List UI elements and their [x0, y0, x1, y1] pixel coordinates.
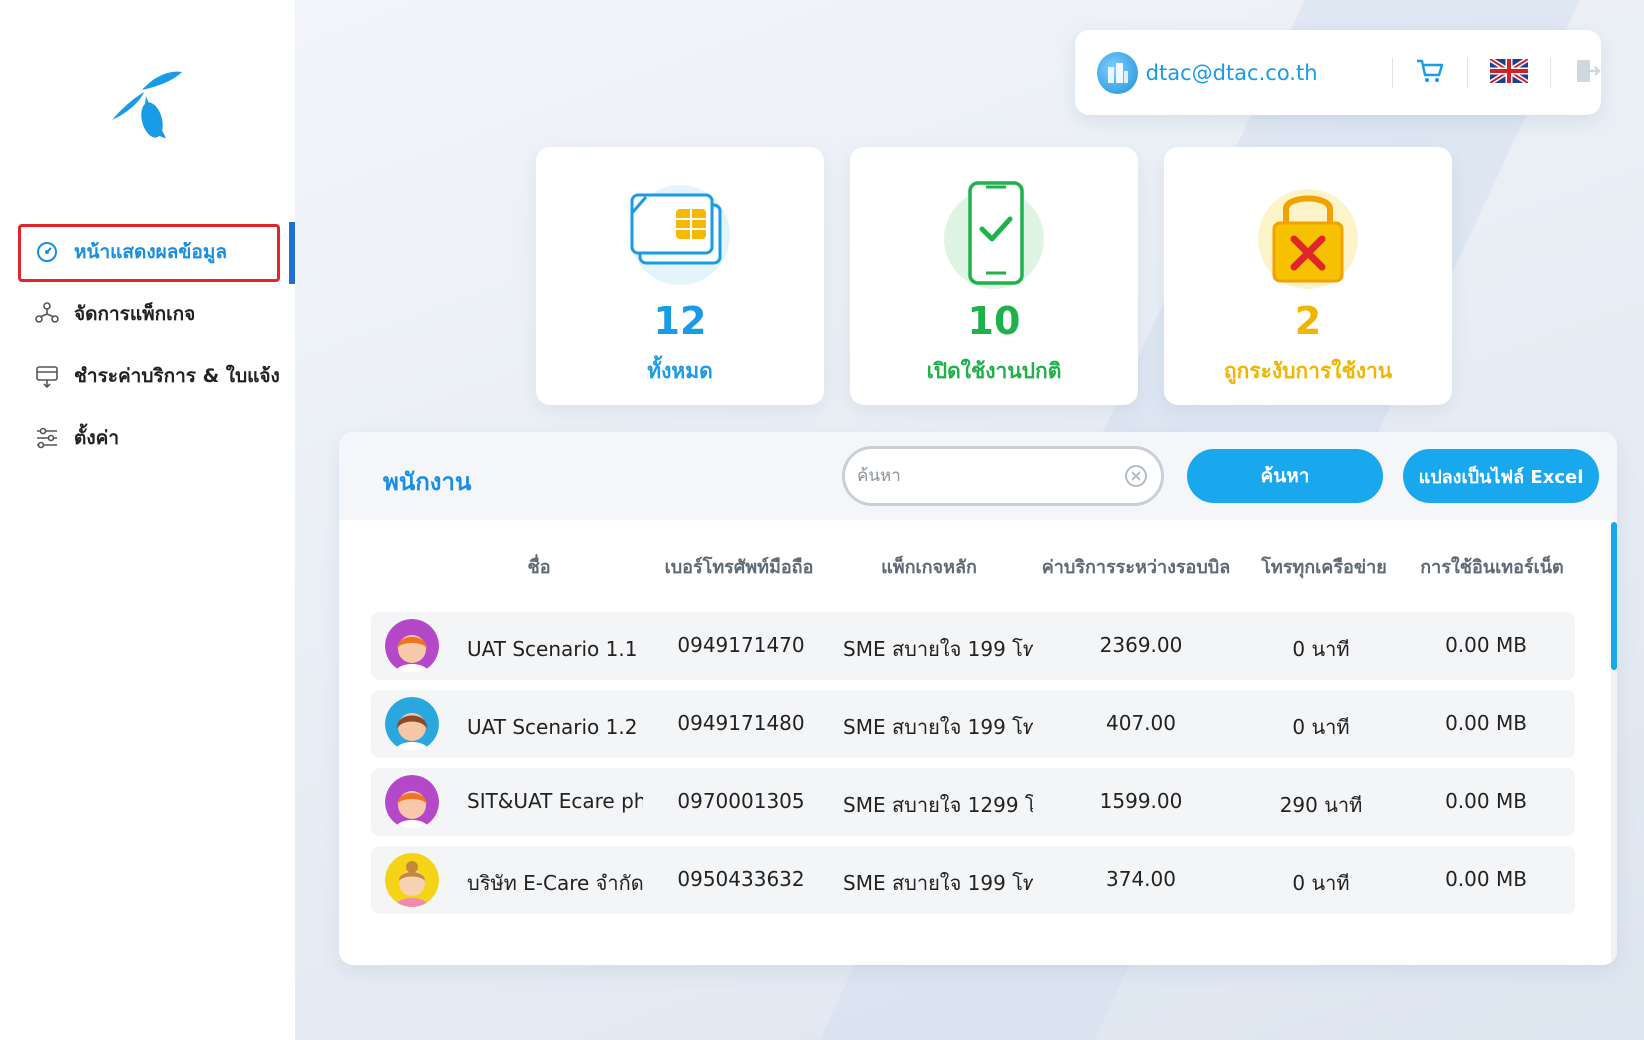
scrollbar[interactable] [1611, 522, 1617, 962]
sliders-icon [32, 423, 62, 453]
sidebar-item-billing[interactable]: ชำระค่าบริการ & ใบแจ้ง [18, 348, 295, 404]
search-button[interactable]: ค้นหา [1187, 449, 1383, 503]
cart-icon[interactable] [1415, 57, 1445, 89]
billing-icon [32, 361, 62, 391]
sidebar-nav: หน้าแสดงผลข้อมูล จัดการแพ็กเกจ ชำระค่าบร… [18, 224, 295, 472]
panel-title: พนักงาน [383, 468, 472, 496]
table-row[interactable]: UAT Scenario 1.1 จำ 0949171470 SME สบายใ… [371, 612, 1575, 680]
cell-cost: 2369.00 [1099, 633, 1183, 657]
cell-calls: 290 นาที [1279, 793, 1363, 817]
sidebar: หน้าแสดงผลข้อมูล จัดการแพ็กเกจ ชำระค่าบร… [0, 0, 295, 1040]
cell-internet: 0.00 MB [1445, 711, 1527, 735]
col-header-phone: เบอร์โทรศัพท์มือถือ [664, 557, 814, 578]
search-input[interactable] [845, 449, 1105, 503]
col-header-name: ชื่อ [527, 557, 551, 578]
stat-suspended-label: ถูกระงับการใช้งาน [1223, 359, 1393, 383]
cell-cost: 1599.00 [1099, 789, 1183, 813]
cell-phone: 0950433632 [677, 867, 805, 891]
sidebar-item-settings[interactable]: ตั้งค่า [18, 410, 295, 466]
table-row[interactable]: บริษัท E-Care จำกัด 0950433632 SME สบายใ… [371, 846, 1575, 914]
cell-cost: 374.00 [1106, 867, 1176, 891]
logout-icon[interactable] [1573, 57, 1601, 89]
stat-total-label: ทั้งหมด [647, 359, 713, 383]
avatar [385, 775, 439, 829]
col-header-cost: ค่าบริการระหว่างรอบบิล [1041, 557, 1231, 578]
avatar [385, 697, 439, 751]
table-header: ชื่อ เบอร์โทรศัพท์มือถือ แพ็กเกจหลัก ค่า… [339, 552, 1579, 592]
highlight-box [18, 224, 280, 282]
clear-icon[interactable] [1125, 465, 1147, 487]
avatar [385, 619, 439, 673]
cell-package: SME สบายใจ 199 โท.. [843, 637, 1033, 661]
col-header-calls: โทรทุกเครือข่าย [1261, 557, 1387, 578]
stat-card-suspended: 2 ถูกระงับการใช้งาน [1164, 147, 1452, 405]
sidebar-item-dashboard[interactable]: หน้าแสดงผลข้อมูล [18, 224, 295, 282]
cell-internet: 0.00 MB [1445, 633, 1527, 657]
cell-phone: 0949171480 [677, 711, 805, 735]
packages-icon [32, 299, 62, 329]
cell-calls: 0 นาที [1292, 871, 1350, 895]
stat-total-value: 12 [653, 299, 707, 343]
divider [1392, 57, 1394, 88]
cell-calls: 0 นาที [1292, 715, 1350, 739]
sidebar-item-label: ชำระค่าบริการ & ใบแจ้ง [74, 365, 280, 387]
uk-flag-icon[interactable] [1488, 56, 1530, 87]
table-body: UAT Scenario 1.1 จำ 0949171470 SME สบายใ… [371, 612, 1575, 924]
stat-active-value: 10 [967, 299, 1021, 343]
sidebar-item-label: จัดการแพ็กเกจ [74, 303, 196, 325]
sim-card-icon [620, 175, 740, 295]
cell-internet: 0.00 MB [1445, 867, 1527, 891]
stat-card-total: 12 ทั้งหมด [536, 147, 824, 405]
cell-package: SME สบายใจ 1299 โ.. [843, 793, 1033, 817]
scrollbar-thumb[interactable] [1611, 522, 1617, 670]
table-row[interactable]: UAT Scenario 1.2 จำ 0949171480 SME สบายใ… [371, 690, 1575, 758]
cell-cost: 407.00 [1106, 711, 1176, 735]
cell-phone: 0970001305 [677, 789, 805, 813]
sidebar-item-label: ตั้งค่า [74, 427, 119, 449]
avatar [385, 853, 439, 907]
sidebar-item-packages[interactable]: จัดการแพ็กเกจ [18, 286, 295, 342]
divider [1467, 57, 1469, 88]
active-indicator [289, 222, 295, 284]
phone-check-icon [934, 175, 1054, 295]
stat-card-active: 10 เปิดใช้งานปกติ [850, 147, 1138, 405]
lock-x-icon [1248, 175, 1368, 295]
user-bar: dtac@dtac.co.th [1075, 30, 1601, 115]
cell-name: SIT&UAT Ecare pha [467, 789, 643, 813]
employee-panel: พนักงาน ค้นหา แปลงเป็นไฟล์ Excel ชื่อ เบ… [339, 432, 1617, 965]
company-avatar-icon[interactable] [1097, 51, 1138, 94]
cell-name: UAT Scenario 1.1 จำ [467, 637, 643, 661]
col-header-package: แพ็กเกจหลัก [881, 557, 977, 578]
cell-name: UAT Scenario 1.2 จำ [467, 715, 643, 739]
cell-internet: 0.00 MB [1445, 789, 1527, 813]
cell-package: SME สบายใจ 199 โท.. [843, 871, 1033, 895]
divider [1550, 57, 1552, 88]
cell-phone: 0949171470 [677, 633, 805, 657]
stat-suspended-value: 2 [1294, 299, 1322, 343]
cell-name: บริษัท E-Care จำกัด [467, 871, 643, 895]
col-header-internet: การใช้อินเทอร์เน็ต [1420, 557, 1564, 578]
table-row[interactable]: SIT&UAT Ecare pha 0970001305 SME สบายใจ … [371, 768, 1575, 836]
cell-calls: 0 นาที [1292, 637, 1350, 661]
export-excel-button[interactable]: แปลงเป็นไฟล์ Excel [1403, 449, 1599, 503]
cell-package: SME สบายใจ 199 โท.. [843, 715, 1033, 739]
search-box[interactable] [842, 446, 1164, 506]
dtac-logo [112, 71, 182, 138]
user-email[interactable]: dtac@dtac.co.th [1146, 61, 1370, 85]
panel-header: พนักงาน ค้นหา แปลงเป็นไฟล์ Excel [339, 432, 1617, 520]
stat-active-label: เปิดใช้งานปกติ [926, 359, 1062, 383]
